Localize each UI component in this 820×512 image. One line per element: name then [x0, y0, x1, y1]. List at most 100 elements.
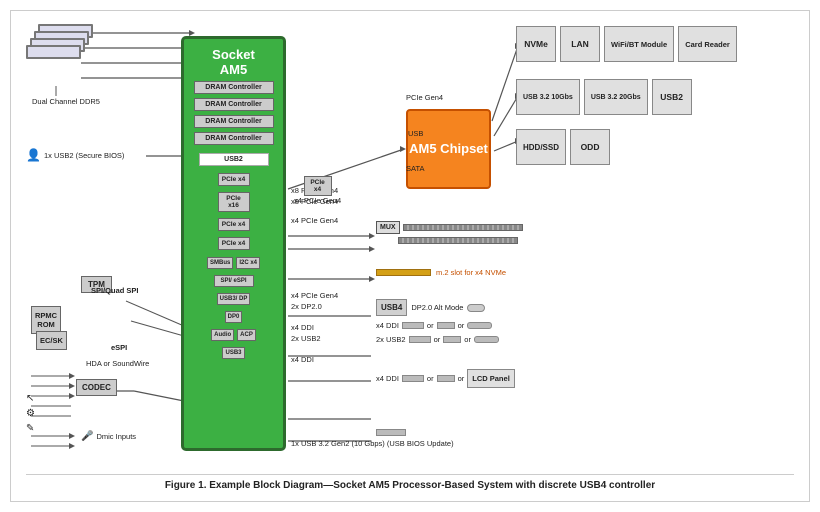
socket-i2c: I2C x4	[236, 257, 260, 269]
usb32-10gbs: USB 3.2 10Gbs	[516, 79, 580, 115]
lan-box: LAN	[560, 26, 600, 62]
usb-text: USB	[408, 129, 423, 138]
diagram-inner: Dual Channel DDR5 Socket AM5 DRAM Contro…	[26, 21, 806, 466]
rpmc-area: RPMC ROM	[31, 306, 61, 334]
dmic-label: Dmic Inputs	[96, 432, 136, 441]
or-label-6: or	[458, 374, 465, 383]
usb32-gen2-label: 1x USB 3.2 Gen2 (10 Gbps) (USB BIOS Upda…	[291, 439, 491, 448]
socket-acp: ACP	[237, 329, 256, 341]
nvme-box: NVMe	[516, 26, 556, 62]
usb-label-chipset: USB	[408, 129, 423, 138]
left-icons: ↖ ⚙ ✎	[26, 393, 35, 434]
m2-area: m.2 slot for x4 NVMe	[376, 268, 506, 277]
top-gray-row: NVMe LAN WiFi/BT Module Card Reader	[516, 26, 737, 62]
pcie-gen4-label-top: PCIe Gen4	[406, 93, 443, 102]
pcie-x4-box: PCIe x4	[304, 176, 332, 196]
settings-icon: ⚙	[26, 408, 35, 419]
hdd-row: HDD/SSD ODD	[516, 129, 610, 165]
odd-box: ODD	[570, 129, 610, 165]
codec-box: CODEC	[76, 379, 117, 396]
socket-dp0: DP0	[225, 311, 243, 323]
pcie-x4-gen4-label: x4 PCIe Gen4	[294, 196, 341, 205]
usb2-right: USB2	[652, 79, 692, 115]
mic-icon: 🎤	[81, 431, 93, 442]
x4-ddi-label-2: x4 DDI	[291, 355, 411, 364]
usb4-area: USB4 DP2.0 Alt Mode x4 DDI or or 2x USB2	[376, 299, 499, 344]
usb2-secure-label: 1x USB2 (Secure BIOS)	[44, 151, 124, 160]
card-reader-box: Card Reader	[678, 26, 737, 62]
x4-ddi-label-conn: x4 DDI	[376, 374, 399, 383]
usb32-row: USB 3.2 10Gbs USB 3.2 20Gbs USB2	[516, 79, 692, 115]
socket-pcie-x4c: PCIe x4	[218, 237, 250, 250]
dp-connector-3	[402, 375, 424, 382]
pencil-icon: ✎	[26, 423, 35, 434]
x2-usb2-conn-label: 2x USB2	[376, 335, 406, 344]
user-icon: 👤	[26, 148, 41, 162]
usb2-secure-area: 👤 1x USB2 (Secure BIOS)	[26, 148, 124, 162]
usb32-20gbs: USB 3.2 20Gbs	[584, 79, 648, 115]
dram-label: Dual Channel DDR5	[26, 97, 106, 106]
usb-conn-1	[409, 336, 431, 343]
sata-text: SATA	[406, 164, 424, 173]
pcie-x4-outer-label: PCIe x4 x4 PCIe Gen4	[294, 176, 341, 205]
mux-box: MUX	[376, 221, 400, 234]
usbc-connector-2	[467, 322, 492, 329]
espi-text: eSPI	[111, 343, 127, 352]
usb-conn-2	[443, 336, 461, 343]
usb32-gen2-conn	[376, 429, 406, 436]
chipset-label: AM5 Chipset	[409, 141, 488, 158]
usbc-connector-1	[467, 304, 485, 312]
dram-ctrl-1: DRAM Controller	[194, 81, 274, 94]
or-label-3: or	[434, 335, 441, 344]
dmic-area: 🎤 Dmic Inputs	[81, 431, 136, 442]
socket-usb3dp: USB3/ DP	[217, 293, 251, 305]
socket-spi: SPI/ eSPI	[214, 275, 254, 287]
spi-quad-area: SPI/Quad SPI	[91, 286, 139, 295]
dp-connector-2	[437, 322, 455, 329]
or-label-4: or	[464, 335, 471, 344]
socket-usb3: USB3	[222, 347, 244, 359]
dram-ctrl-3: DRAM Controller	[194, 115, 274, 128]
pcie-strip-2	[398, 237, 518, 244]
or-label-1: or	[427, 321, 434, 330]
wifi-bt-box: WiFi/BT Module	[604, 26, 674, 62]
lcd-panel-box: LCD Panel	[467, 369, 515, 388]
hda-text: HDA or SoundWire	[86, 359, 149, 368]
socket-pcie-x4b: PCIe x4	[218, 218, 250, 231]
usbc-connector-3	[474, 336, 499, 343]
dram-ctrl-2: DRAM Controller	[194, 98, 274, 111]
m2-slot	[376, 269, 431, 276]
socket-usb2: USB2	[199, 153, 269, 166]
x4-ddi-conn-label: x4 DDI	[376, 321, 399, 330]
hda-label-area: HDA or SoundWire	[86, 359, 149, 368]
socket-smbus: SMBus	[207, 257, 233, 269]
ddi-lcd-area: x4 DDI or or LCD Panel	[376, 369, 515, 388]
m2-slot-label: m.2 slot for x4 NVMe	[436, 268, 506, 277]
dp20-alt-label: DP2.0 Alt Mode	[411, 303, 463, 312]
hdd-ssd-box: HDD/SSD	[516, 129, 566, 165]
socket-am5-box: Socket AM5 DRAM Controller DRAM Controll…	[181, 36, 286, 451]
usb-bios-connector	[376, 429, 406, 436]
dram-area: Dual Channel DDR5	[26, 24, 126, 107]
spi-quad-label-text: SPI/Quad SPI	[91, 286, 139, 295]
socket-inner: Socket AM5 DRAM Controller DRAM Controll…	[184, 39, 283, 363]
pcie-strips-area: MUX	[376, 221, 523, 244]
socket-label: Socket AM5	[212, 47, 255, 77]
socket-pcie-x4: PCIe x4	[218, 173, 250, 186]
diagram-container: Dual Channel DDR5 Socket AM5 DRAM Contro…	[10, 10, 810, 502]
sata-label-chipset: SATA	[406, 164, 424, 173]
cursor-icon: ↖	[26, 393, 35, 404]
pcie-gen4-text: PCIe Gen4	[406, 93, 443, 102]
usb-bios-label: 1x USB 3.2 Gen2 (10 Gbps) (USB BIOS Upda…	[291, 439, 491, 448]
socket-audio: Audio	[211, 329, 234, 341]
or-label-2: or	[458, 321, 465, 330]
codec-area: CODEC	[76, 379, 117, 396]
espi-label-area: eSPI	[111, 343, 127, 352]
caption: Figure 1. Example Block Diagram—Socket A…	[26, 474, 794, 491]
socket-pcie-x16: PCIe x16	[218, 192, 250, 212]
dp-connector-4	[437, 375, 455, 382]
rpmc-box: RPMC ROM	[31, 306, 61, 334]
or-label-5: or	[427, 374, 434, 383]
ec-area: EC/SK	[36, 331, 67, 350]
ec-box: EC/SK	[36, 331, 67, 350]
